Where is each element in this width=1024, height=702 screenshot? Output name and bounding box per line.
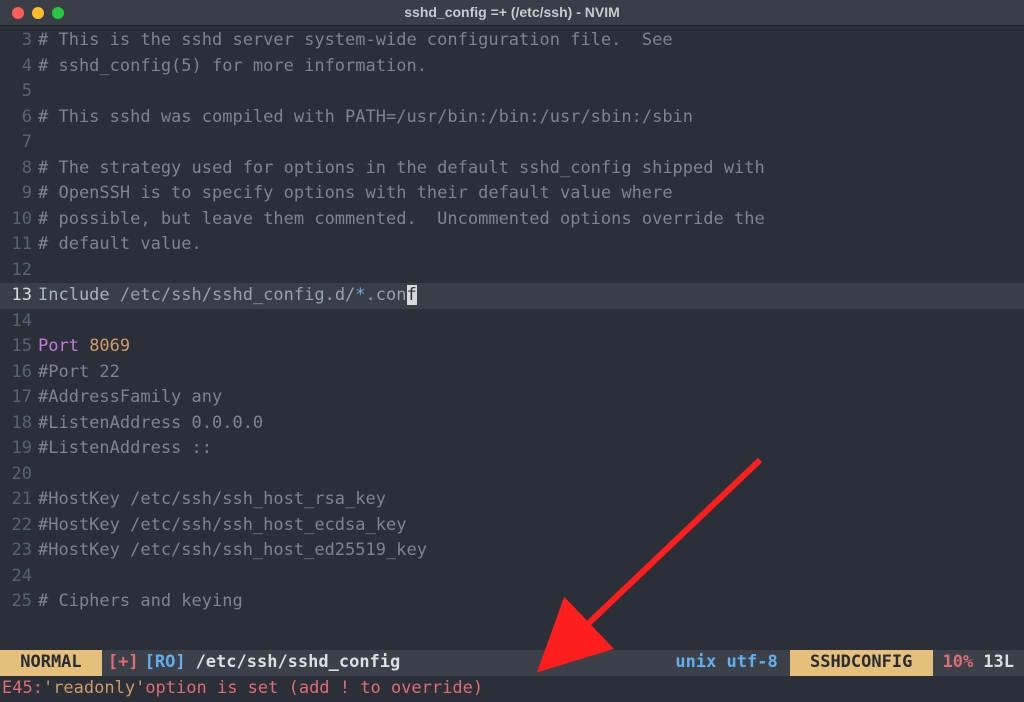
code-line: 7	[0, 130, 1024, 156]
line-number: 15	[0, 334, 38, 360]
error-code: E45:	[2, 676, 43, 702]
code-text	[38, 130, 1024, 156]
code-line: 14	[0, 309, 1024, 335]
close-icon[interactable]	[12, 7, 24, 19]
code-line: 5	[0, 79, 1024, 105]
code-line: 6 # This sshd was compiled with PATH=/us…	[0, 105, 1024, 131]
code-text: #HostKey /etc/ssh/ssh_host_rsa_key	[38, 487, 1024, 513]
line-number: 13	[0, 283, 38, 309]
code-text: Port 8069	[38, 334, 1024, 360]
code-line: 23 #HostKey /etc/ssh/ssh_host_ed25519_ke…	[0, 538, 1024, 564]
code-line: 16 #Port 22	[0, 360, 1024, 386]
code-text: #AddressFamily any	[38, 385, 1024, 411]
code-line: 10 # possible, but leave them commented.…	[0, 207, 1024, 233]
status-line: NORMAL [+] [RO] /etc/ssh/sshd_config uni…	[0, 650, 1024, 676]
line-number: 10	[0, 207, 38, 233]
code-text: # OpenSSH is to specify options with the…	[38, 181, 1024, 207]
code-text: Include /etc/ssh/sshd_config.d/*.conf	[38, 283, 1024, 309]
code-line: 21 #HostKey /etc/ssh/ssh_host_rsa_key	[0, 487, 1024, 513]
editor-viewport[interactable]: 3 # This is the sshd server system-wide …	[0, 26, 1024, 615]
code-line: 4 # sshd_config(5) for more information.	[0, 54, 1024, 80]
line-number: 9	[0, 181, 38, 207]
code-line: 22 #HostKey /etc/ssh/ssh_host_ecdsa_key	[0, 513, 1024, 539]
code-line: 8 # The strategy used for options in the…	[0, 156, 1024, 182]
line-number: 12	[0, 258, 38, 284]
zoom-icon[interactable]	[52, 7, 64, 19]
line-number: 24	[0, 564, 38, 590]
line-number: 22	[0, 513, 38, 539]
line-number: 17	[0, 385, 38, 411]
code-line-current: 13 Include /etc/ssh/sshd_config.d/*.conf	[0, 283, 1024, 309]
code-line: 17 #AddressFamily any	[0, 385, 1024, 411]
port-keyword: Port	[38, 336, 89, 356]
file-path: /etc/ssh/sshd_config	[192, 650, 401, 676]
code-text: # Ciphers and keying	[38, 589, 1024, 615]
code-text: # possible, but leave them commented. Un…	[38, 207, 1024, 233]
code-line: 18 #ListenAddress 0.0.0.0	[0, 411, 1024, 437]
line-number: 14	[0, 309, 38, 335]
window-titlebar: sshd_config =+ (/etc/ssh) - NVIM	[0, 0, 1024, 26]
code-text: #Port 22	[38, 360, 1024, 386]
readonly-indicator: [RO]	[145, 650, 192, 676]
line-number: 20	[0, 462, 38, 488]
code-line: 3 # This is the sshd server system-wide …	[0, 28, 1024, 54]
mode-indicator: NORMAL	[0, 650, 102, 676]
line-number: 16	[0, 360, 38, 386]
line-count: 13L	[983, 650, 1024, 676]
percent-indicator: 10%	[933, 650, 984, 676]
include-ext: .con	[366, 285, 407, 305]
glob-star: *	[355, 285, 365, 305]
code-line: 20	[0, 462, 1024, 488]
window-title: sshd_config =+ (/etc/ssh) - NVIM	[0, 2, 1024, 23]
line-number: 6	[0, 105, 38, 131]
command-line[interactable]: E45: 'readonly' option is set (add ! to …	[0, 676, 1024, 702]
encoding-indicator: unix utf-8	[663, 650, 789, 676]
line-number: 23	[0, 538, 38, 564]
line-number: 8	[0, 156, 38, 182]
line-number: 7	[0, 130, 38, 156]
code-text	[38, 258, 1024, 284]
code-text	[38, 79, 1024, 105]
code-text: # This sshd was compiled with PATH=/usr/…	[38, 105, 1024, 131]
code-text: #HostKey /etc/ssh/ssh_host_ed25519_key	[38, 538, 1024, 564]
error-quoted: 'readonly'	[43, 676, 145, 702]
port-number: 8069	[89, 336, 130, 356]
line-number: 11	[0, 232, 38, 258]
minimize-icon[interactable]	[32, 7, 44, 19]
include-keyword: Include	[38, 285, 120, 305]
code-line: 24	[0, 564, 1024, 590]
code-line: 12	[0, 258, 1024, 284]
code-text: # sshd_config(5) for more information.	[38, 54, 1024, 80]
traffic-lights	[0, 7, 64, 19]
line-number: 3	[0, 28, 38, 54]
code-line: 11 # default value.	[0, 232, 1024, 258]
code-line: 19 #ListenAddress ::	[0, 436, 1024, 462]
line-number: 21	[0, 487, 38, 513]
code-text	[38, 462, 1024, 488]
code-text: #HostKey /etc/ssh/ssh_host_ecdsa_key	[38, 513, 1024, 539]
cursor-block-icon: f	[407, 285, 417, 305]
code-text: # The strategy used for options in the d…	[38, 156, 1024, 182]
code-text: #ListenAddress ::	[38, 436, 1024, 462]
code-text	[38, 564, 1024, 590]
line-number: 5	[0, 79, 38, 105]
code-text: #ListenAddress 0.0.0.0	[38, 411, 1024, 437]
code-line: 15 Port 8069	[0, 334, 1024, 360]
code-line: 9 # OpenSSH is to specify options with t…	[0, 181, 1024, 207]
code-line: 25 # Ciphers and keying	[0, 589, 1024, 615]
line-number: 19	[0, 436, 38, 462]
modified-indicator: [+]	[102, 650, 145, 676]
line-number: 4	[0, 54, 38, 80]
line-number: 25	[0, 589, 38, 615]
filetype-indicator: SSHDCONFIG	[790, 650, 933, 676]
include-path: /etc/ssh/sshd_config.d/	[120, 285, 355, 305]
error-message: option is set (add ! to override)	[145, 676, 483, 702]
code-text: # This is the sshd server system-wide co…	[38, 28, 1024, 54]
code-text: # default value.	[38, 232, 1024, 258]
code-text	[38, 309, 1024, 335]
line-number: 18	[0, 411, 38, 437]
